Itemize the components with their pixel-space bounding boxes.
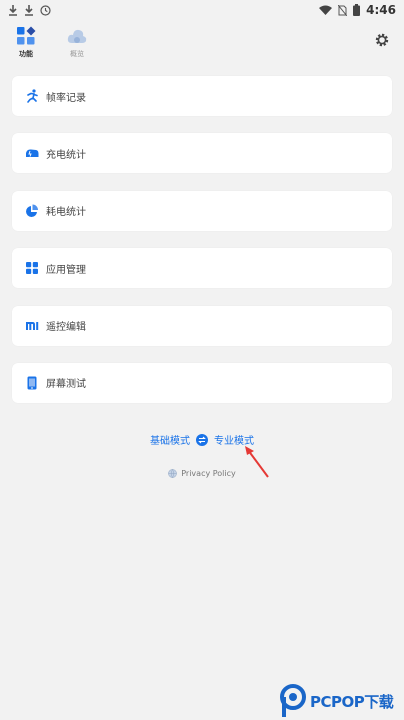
- top-navigation: 功能 概览: [0, 22, 404, 62]
- download-icon: [9, 4, 17, 16]
- watermark-text: PCPOP下载: [310, 692, 394, 711]
- swap-icon[interactable]: [196, 433, 208, 446]
- status-bar: 4:46: [0, 0, 404, 20]
- gear-icon[interactable]: [374, 32, 390, 48]
- privacy-policy-link[interactable]: Privacy Policy: [0, 469, 404, 478]
- status-right: 4:46: [319, 3, 396, 17]
- globe-icon: [168, 469, 178, 478]
- menu-item-fps-record[interactable]: 帧率记录: [12, 76, 392, 116]
- charging-car-icon: [25, 146, 39, 160]
- battery-icon: [353, 4, 361, 16]
- mi-logo-icon: [25, 319, 39, 333]
- app-grid-icon: [25, 261, 39, 275]
- wifi-icon: [319, 5, 333, 15]
- basic-mode-link[interactable]: 基础模式: [150, 432, 190, 447]
- pie-chart-icon: [25, 204, 39, 218]
- tab-features[interactable]: 功能: [6, 26, 46, 59]
- menu-item-label: 充电统计: [46, 149, 86, 161]
- menu-item-app-manager[interactable]: 应用管理: [12, 248, 392, 289]
- menu-item-label: 遥控编辑: [46, 322, 86, 334]
- phone-screen-icon: [25, 376, 39, 390]
- menu-item-label: 屏幕测试: [46, 379, 86, 391]
- no-sim-icon: [338, 4, 348, 16]
- feature-menu: 帧率记录 充电统计 耗电统计 应用管理 遥控编辑 屏幕测试: [12, 76, 392, 420]
- status-time: 4:46: [366, 3, 396, 17]
- pcpop-logo-icon: [280, 684, 306, 717]
- menu-item-label: 耗电统计: [46, 207, 86, 219]
- running-man-icon: [25, 89, 39, 103]
- mode-switch: 基础模式 专业模式: [0, 432, 404, 447]
- menu-item-label: 帧率记录: [46, 92, 86, 104]
- cloud-icon: [67, 29, 87, 43]
- menu-item-power-usage[interactable]: 耗电统计: [12, 190, 392, 231]
- menu-item-screen-test[interactable]: 屏幕测试: [12, 362, 392, 403]
- watermark: PCPOP下载: [280, 682, 404, 720]
- clock-icon: [40, 4, 51, 16]
- tab-overview[interactable]: 概览: [57, 26, 97, 59]
- tab-label: 概览: [70, 50, 84, 58]
- privacy-policy-label: Privacy Policy: [181, 469, 236, 478]
- download-icon: [25, 4, 33, 16]
- menu-item-remote-edit[interactable]: 遥控编辑: [12, 305, 392, 346]
- tab-label: 功能: [19, 50, 33, 58]
- status-left: [8, 4, 51, 16]
- menu-item-charge-stats[interactable]: 充电统计: [12, 133, 392, 174]
- menu-item-label: 应用管理: [46, 264, 86, 276]
- grid-diamond-icon: [17, 26, 36, 45]
